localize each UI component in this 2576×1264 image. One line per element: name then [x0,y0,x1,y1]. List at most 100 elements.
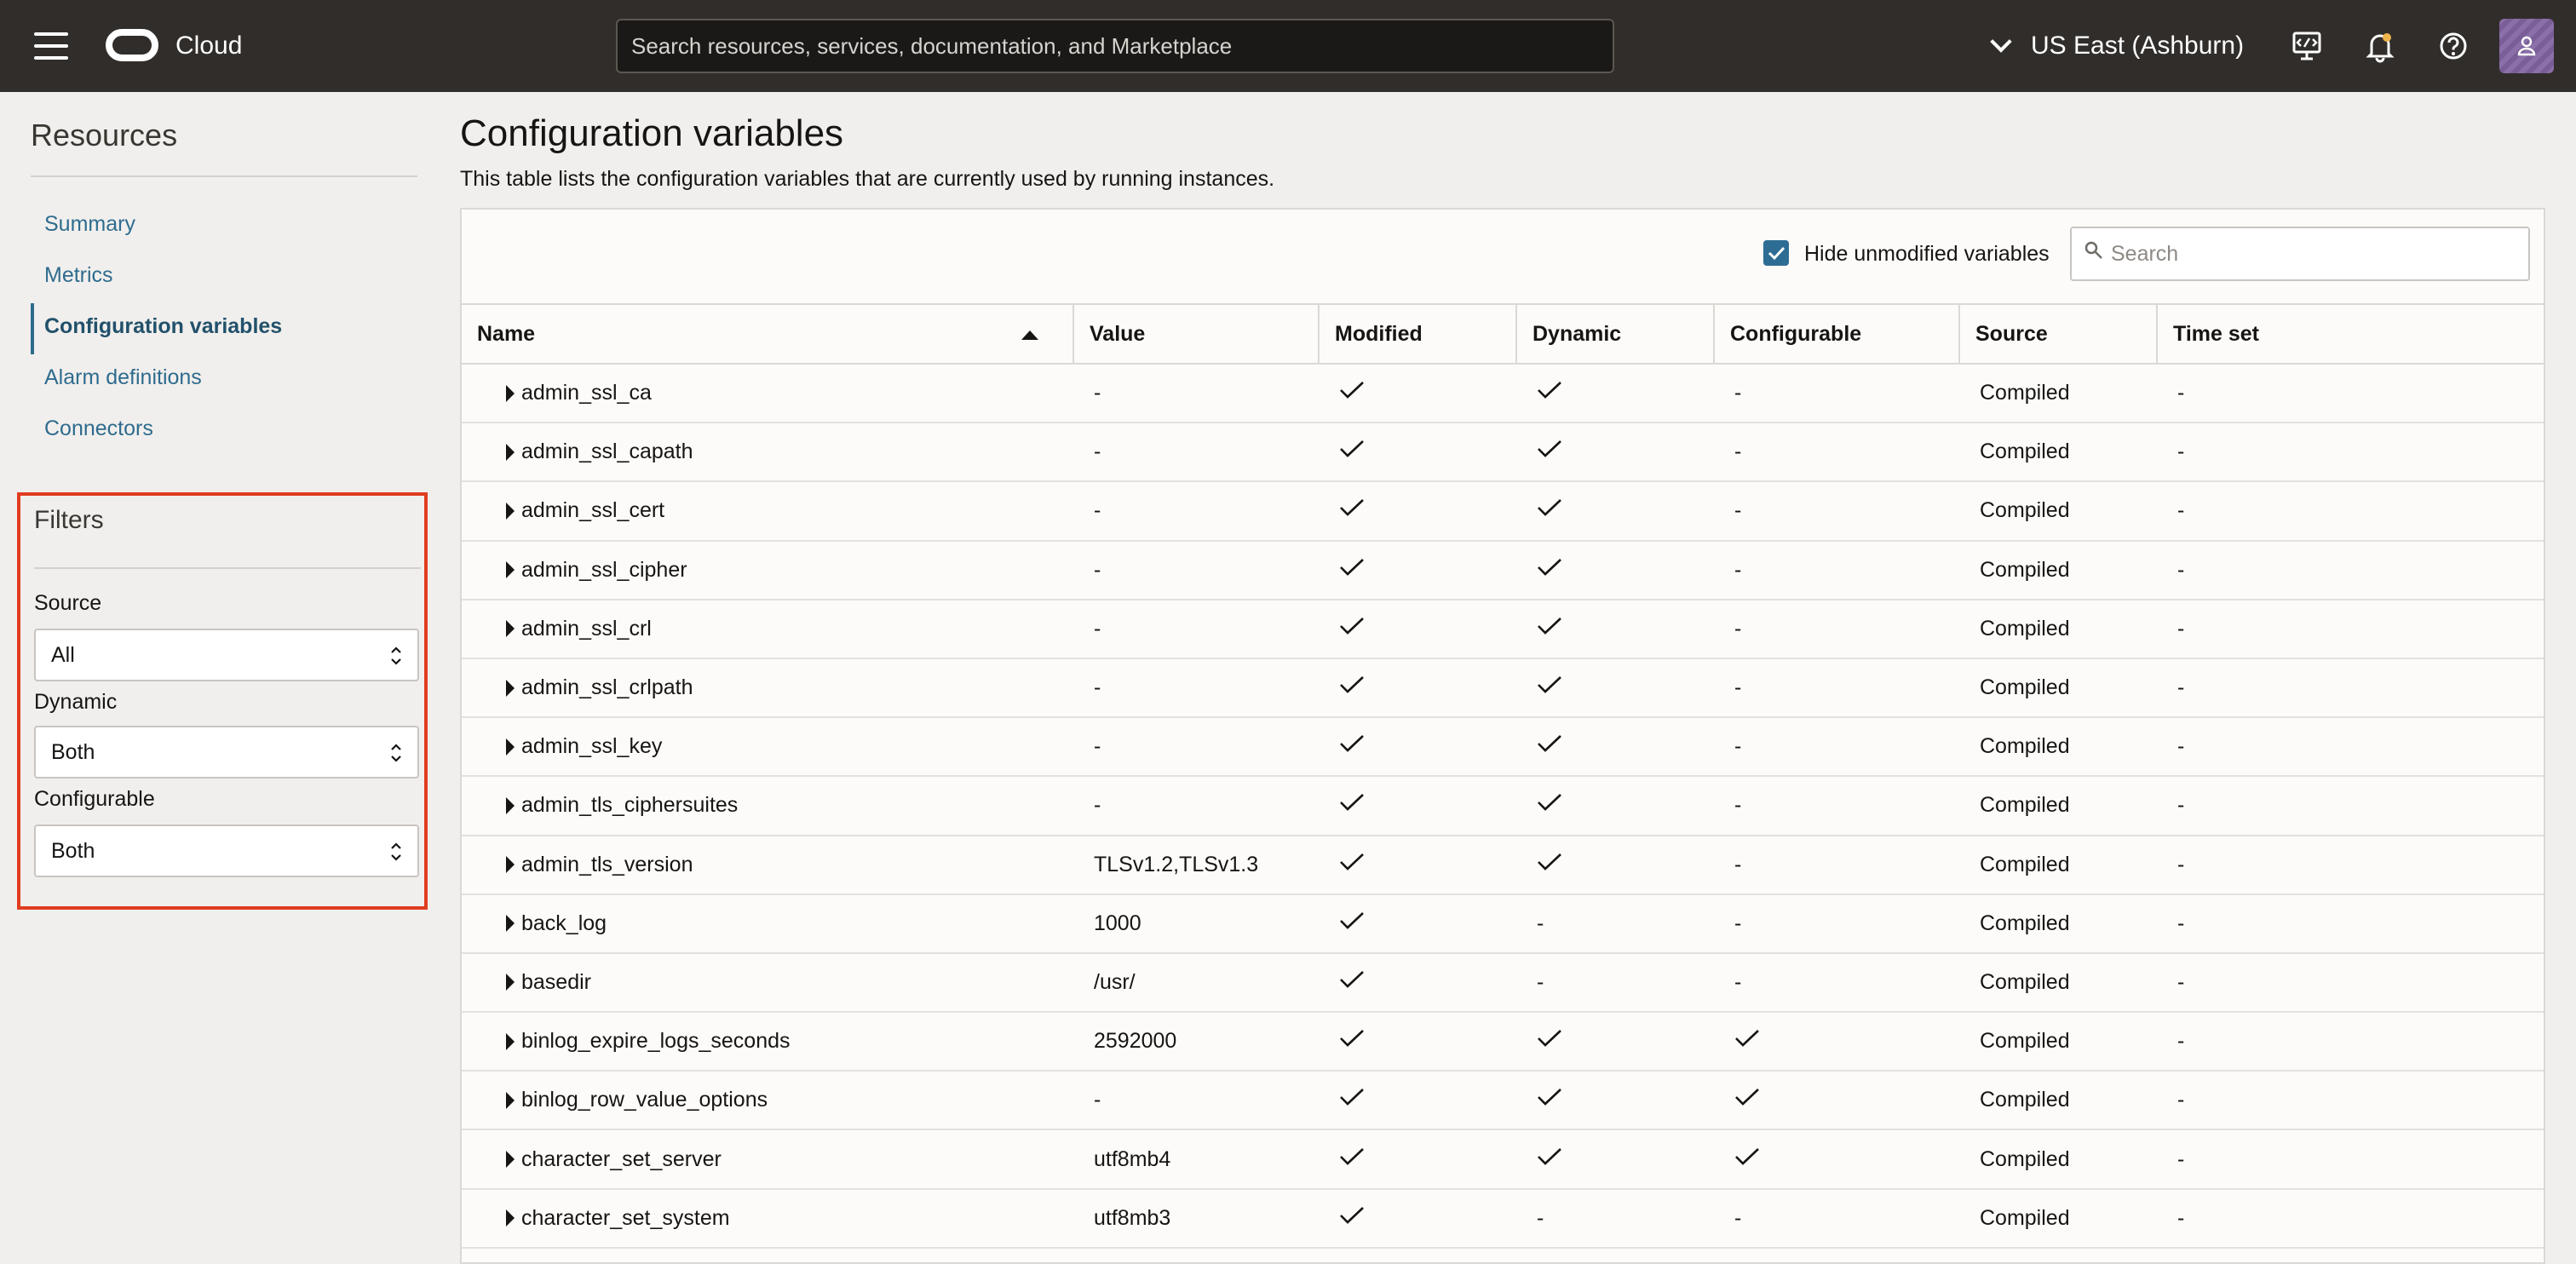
user-avatar-icon[interactable] [2499,19,2554,73]
modified-cell [1319,540,1516,600]
oracle-logo-icon[interactable] [106,29,158,61]
time-set-cell: - [2157,599,2544,659]
configurable-cell: - [1714,835,1959,895]
source-cell: Compiled [1959,1129,2157,1190]
checkmark-icon [1735,1089,1759,1106]
table-row[interactable]: admin_ssl_ca - - Compiled - [462,364,2544,424]
expand-row-icon[interactable] [506,1209,515,1227]
dynamic-filter-select[interactable]: Both [34,726,419,779]
configurable-filter-select[interactable]: Both [34,824,419,877]
nav-alarm-definitions[interactable]: Alarm definitions [31,354,417,405]
column-header-name[interactable]: Name [462,303,1074,365]
hide-unmodified-checkbox[interactable] [1763,240,1789,266]
hide-unmodified-label[interactable]: Hide unmodified variables [1804,242,2050,267]
checkmark-icon [1340,1147,1364,1165]
checkmark-icon [1340,1089,1364,1106]
variable-name: admin_ssl_key [521,734,663,759]
source-cell: Compiled [1959,835,2157,895]
expand-row-icon[interactable] [506,1151,515,1169]
expand-row-icon[interactable] [506,1032,515,1050]
cloud-shell-icon[interactable] [2286,26,2327,66]
sort-ascending-icon[interactable] [1021,330,1038,340]
modified-cell [1319,1012,1516,1072]
column-header-modified[interactable]: Modified [1319,303,1517,365]
column-header-configurable[interactable]: Configurable [1714,303,1960,365]
modified-cell [1319,364,1516,424]
table-row[interactable]: admin_ssl_crl - - Compiled - [462,599,2544,659]
menu-icon[interactable] [34,32,68,60]
table-search-input[interactable]: Search [2070,227,2530,281]
table-row[interactable]: admin_ssl_crlpath - - Compiled - [462,658,2544,719]
table-row[interactable]: back_log 1000- - Compiled - [462,893,2544,954]
value-cell: - [1073,422,1319,483]
value-cell: utf8mb3 [1073,1188,1319,1249]
table-row[interactable]: admin_tls_version TLSv1.2,TLSv1.3 - Compile… [462,835,2544,895]
page-title: Configuration variables [460,112,844,154]
table-row[interactable]: basedir/usr/- - Compiled - [462,952,2544,1014]
name-cell: admin_tls_ciphersuites [462,776,1073,836]
table-row[interactable]: binlog_expire_logs_seconds 2592000 Compile… [462,1012,2544,1072]
configurable-cell: - [1714,658,1959,719]
expand-row-icon[interactable] [506,502,515,520]
value-cell: - [1073,658,1319,719]
expand-row-icon[interactable] [506,679,515,697]
nav-summary[interactable]: Summary [31,201,417,252]
value-cell: 1000 [1073,893,1319,954]
expand-row-icon[interactable] [506,620,515,638]
variable-name: back_log [521,911,607,935]
table-row[interactable]: admin_ssl_cipher - - Compiled - [462,540,2544,600]
dynamic-cell [1516,1129,1714,1190]
table-row[interactable]: binlog_row_value_options - Compiled - [462,1071,2544,1131]
expand-row-icon[interactable] [506,443,515,461]
table-row[interactable]: admin_ssl_cert - - Compiled - [462,481,2544,542]
checkmark-icon [1538,853,1561,870]
expand-row-icon[interactable] [506,796,515,814]
value-cell: - [1073,1071,1319,1131]
source-cell: Compiled [1959,1188,2157,1249]
table-row[interactable]: admin_ssl_key - - Compiled - [462,717,2544,778]
expand-row-icon[interactable] [506,856,515,874]
dynamic-cell: - [1516,1188,1714,1249]
table-row[interactable]: character_set_server utf8mb4 Compiled - [462,1129,2544,1190]
resources-nav: Summary Metrics Configuration variables … [31,201,417,457]
source-cell: Compiled [1959,540,2157,600]
checkmark-icon [1340,735,1364,753]
modified-cell [1319,1129,1516,1190]
table-row[interactable]: admin_ssl_capath - - Compiled - [462,422,2544,483]
checkmark-icon [1538,558,1561,576]
checkmark-icon [1340,617,1364,635]
expand-row-icon[interactable] [506,384,515,402]
column-header-dynamic[interactable]: Dynamic [1516,303,1715,365]
time-set-cell: - [2157,1129,2544,1190]
expand-row-icon[interactable] [506,561,515,579]
region-selector[interactable]: US East (Ashburn) [1990,24,2244,68]
name-cell: binlog_expire_logs_seconds [462,1012,1073,1072]
expand-row-icon[interactable] [506,1091,515,1109]
help-icon[interactable] [2433,26,2474,66]
bell-icon[interactable] [2360,26,2401,66]
table-row[interactable]: character_set_system utf8mb3- - Compiled - [462,1188,2544,1249]
select-updown-icon [391,744,401,762]
dynamic-cell [1516,1071,1714,1131]
expand-row-icon[interactable] [506,974,515,991]
nav-configuration-variables[interactable]: Configuration variables [31,303,417,354]
nav-metrics[interactable]: Metrics [31,252,417,303]
brand-name[interactable]: Cloud [175,29,242,63]
column-header-time-set[interactable]: Time set [2157,303,2544,365]
nav-connectors[interactable]: Connectors [31,405,417,457]
dynamic-cell: - [1516,893,1714,954]
column-header-source[interactable]: Source [1959,303,2158,365]
column-header-value[interactable]: Value [1073,303,1320,365]
expand-row-icon[interactable] [506,915,515,933]
name-cell: admin_ssl_cipher [462,540,1073,600]
modified-cell [1319,893,1516,954]
checkmark-icon [1538,382,1561,399]
value-cell: - [1073,776,1319,836]
table-row[interactable]: admin_tls_ciphersuites - - Compiled - [462,776,2544,836]
source-filter-select[interactable]: All [34,629,419,681]
page-description: This table lists the configuration varia… [460,167,1275,191]
expand-row-icon[interactable] [506,738,515,756]
value-cell: utf8mb4 [1073,1129,1319,1190]
source-cell: Compiled [1959,481,2157,542]
global-search-input[interactable]: Search resources, services, documentatio… [616,19,1614,73]
